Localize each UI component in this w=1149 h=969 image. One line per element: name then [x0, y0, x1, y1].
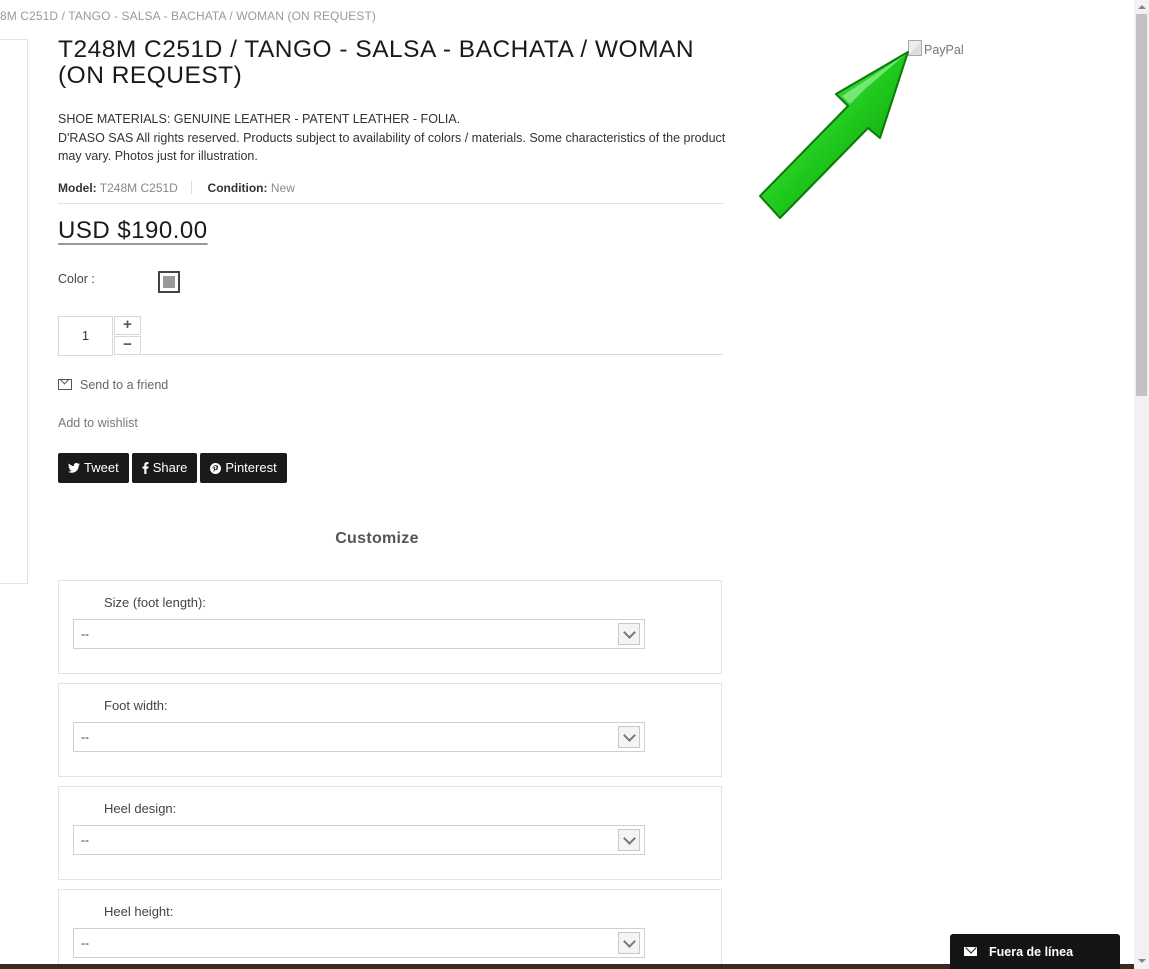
color-swatch[interactable] — [158, 271, 180, 293]
chevron-down-icon[interactable] — [618, 726, 640, 748]
share-button[interactable]: Share — [131, 453, 198, 483]
facebook-icon — [142, 462, 149, 474]
product-title: T248M C251D / TANGO - SALSA - BACHATA / … — [58, 36, 695, 89]
condition-label: Condition: — [207, 181, 268, 195]
condition-value: New — [270, 181, 295, 195]
materials-text: SHOE MATERIALS: GENUINE LEATHER - PATENT… — [58, 112, 461, 126]
send-to-friend-label: Send to a friend — [80, 378, 169, 392]
color-label: Color : — [58, 272, 95, 286]
select-value: -- — [81, 730, 89, 744]
chevron-down-icon[interactable] — [618, 932, 640, 954]
send-to-friend-link[interactable]: Send to a friend — [58, 378, 168, 392]
pinterest-icon — [210, 462, 222, 474]
divider — [142, 354, 723, 355]
notice-text: D'RASO SAS All rights reserved. Products… — [58, 130, 726, 164]
field-label: Size (foot length): — [104, 595, 206, 610]
customize-field-size: Size (foot length): -- — [58, 580, 722, 674]
meta-divider — [191, 181, 193, 194]
quantity-input[interactable]: 1 — [58, 316, 113, 356]
width-select[interactable]: -- — [73, 722, 645, 752]
paypal-alt-text: PayPal — [924, 43, 964, 57]
quantity-increase-button[interactable]: + — [114, 316, 141, 335]
customize-field-width: Foot width: -- — [58, 683, 722, 777]
size-select[interactable]: -- — [73, 619, 645, 649]
model-label: Model: — [58, 181, 97, 195]
chevron-down-icon[interactable] — [618, 829, 640, 851]
select-value: -- — [81, 627, 89, 641]
chat-widget[interactable]: Fuera de línea — [950, 934, 1120, 969]
select-value: -- — [81, 936, 89, 950]
product-price: USD $190.00 — [58, 217, 208, 244]
divider — [58, 203, 723, 204]
chevron-down-icon[interactable] — [618, 623, 640, 645]
product-image-panel — [0, 39, 28, 584]
customize-field-heel-height: Heel height: -- — [58, 889, 722, 969]
scroll-up-icon[interactable] — [1134, 0, 1149, 15]
customize-field-heel-design: Heel design: -- — [58, 786, 722, 880]
tweet-button[interactable]: Tweet — [58, 453, 129, 483]
quantity-decrease-button[interactable]: − — [114, 336, 141, 355]
envelope-icon — [58, 379, 72, 390]
envelope-icon — [964, 947, 977, 956]
pinterest-button[interactable]: Pinterest — [200, 453, 287, 483]
chat-status-label: Fuera de línea — [989, 944, 1074, 959]
scroll-down-icon[interactable] — [1134, 954, 1149, 969]
tweet-label: Tweet — [84, 460, 119, 475]
model-value: T248M C251D — [99, 181, 178, 195]
heel-design-select[interactable]: -- — [73, 825, 645, 855]
field-label: Foot width: — [104, 698, 168, 713]
select-value: -- — [81, 833, 89, 847]
scrollbar-thumb[interactable] — [1136, 14, 1147, 396]
heel-height-select[interactable]: -- — [73, 928, 645, 958]
scrollbar[interactable] — [1134, 0, 1149, 969]
share-label: Share — [152, 460, 188, 475]
customize-heading: Customize — [335, 530, 419, 547]
breadcrumb: 8M C251D / TANGO - SALSA - BACHATA / WOM… — [0, 9, 377, 23]
field-label: Heel height: — [104, 904, 174, 919]
product-description: SHOE MATERIALS: GENUINE LEATHER - PATENT… — [58, 110, 728, 166]
green-arrow-icon — [759, 51, 909, 219]
product-meta: Model: T248M C251D Condition: New — [58, 181, 295, 195]
social-buttons: Tweet Share Pinterest — [58, 453, 287, 483]
twitter-icon — [68, 463, 80, 473]
add-to-wishlist-link[interactable]: Add to wishlist — [58, 416, 138, 430]
pinterest-label: Pinterest — [225, 460, 277, 475]
field-label: Heel design: — [104, 801, 177, 816]
